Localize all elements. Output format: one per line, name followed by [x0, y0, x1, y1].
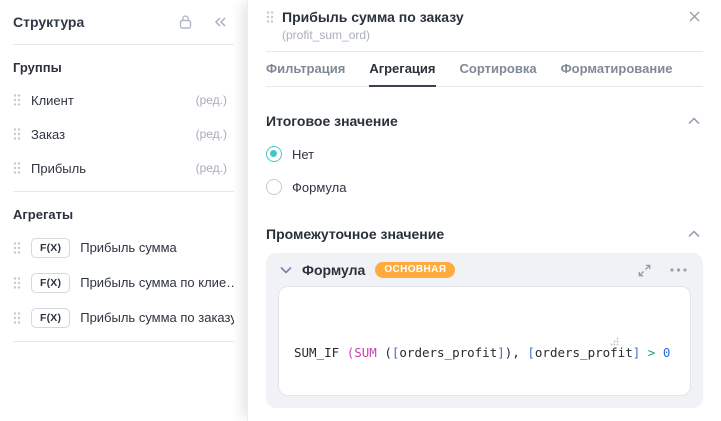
structure-title: Структура [13, 14, 85, 30]
more-options-icon[interactable] [670, 268, 687, 272]
formula-code-editor[interactable]: SUM_IF (SUM ([orders_profit]), [orders_p… [278, 286, 691, 396]
sidebar-divider [13, 44, 234, 45]
tab-filtration[interactable]: Фильтрация [266, 52, 345, 87]
aggregate-item-3[interactable]: F(X) Прибыль сумма по заказу [13, 300, 234, 335]
close-icon[interactable] [688, 10, 701, 23]
radio-option-none[interactable]: Нет [266, 146, 703, 162]
radio-unselected-icon[interactable] [266, 179, 282, 195]
aggregates-heading: Агрегаты [13, 207, 74, 222]
drag-handle-icon[interactable] [13, 127, 21, 141]
chevron-up-icon[interactable] [685, 115, 703, 127]
intermediate-value-section-header: Промежуточное значение [266, 226, 703, 242]
drag-handle-icon[interactable] [13, 276, 21, 290]
group-label: Заказ [31, 126, 66, 142]
total-value-title: Итоговое значение [266, 113, 398, 129]
total-value-section-header: Итоговое значение [266, 113, 703, 129]
tab-formatting[interactable]: Форматирование [561, 52, 673, 87]
formula-field-badge: F(X) [31, 272, 71, 293]
formula-card: Формула ОСНОВНАЯ SUM_IF (SUM ([orders_pr… [266, 253, 703, 408]
lock-icon[interactable] [178, 14, 193, 30]
sidebar-divider [13, 191, 234, 192]
formula-field-badge: F(X) [31, 307, 71, 328]
field-header: Прибыль сумма по заказу (profit_sum_ord) [266, 0, 703, 42]
drag-handle-icon[interactable] [13, 241, 21, 255]
group-label: Клиент [31, 92, 74, 108]
group-label: Прибыль [31, 160, 86, 176]
radio-label: Формула [292, 179, 347, 195]
chevron-up-icon[interactable] [685, 228, 703, 240]
group-item-zakaz[interactable]: Заказ (ред.) [13, 117, 234, 151]
sidebar-divider [13, 341, 234, 342]
drag-handle-icon[interactable] [13, 161, 21, 175]
aggregate-label: Прибыль сумма по клие… [80, 275, 234, 290]
structure-panel: Структура Группы Клиент (ред.) Заказ (ре… [0, 0, 247, 421]
group-item-klient[interactable]: Клиент (ред.) [13, 83, 234, 117]
expand-icon[interactable] [637, 263, 652, 278]
resize-grip-icon[interactable] [610, 293, 685, 390]
tab-sorting[interactable]: Сортировка [460, 52, 537, 87]
radio-option-formula[interactable]: Формула [266, 179, 703, 195]
intermediate-value-title: Промежуточное значение [266, 226, 445, 242]
aggregate-item-2[interactable]: F(X) Прибыль сумма по клие… [13, 265, 234, 300]
collapse-panel-icon[interactable] [213, 15, 228, 29]
aggregate-label: Прибыль сумма по заказу [80, 310, 234, 325]
chevron-down-icon[interactable] [280, 266, 292, 274]
formula-field-badge: F(X) [31, 237, 71, 258]
radio-label: Нет [292, 146, 315, 162]
app-root: Структура Группы Клиент (ред.) Заказ (ре… [0, 0, 721, 421]
radio-selected-icon[interactable] [266, 146, 282, 162]
groups-heading: Группы [13, 60, 62, 75]
formula-card-header: Формула ОСНОВНАЯ [266, 253, 703, 286]
tab-aggregation[interactable]: Агрегация [369, 52, 436, 87]
drag-handle-icon[interactable] [13, 311, 21, 325]
drag-handle-icon[interactable] [13, 93, 21, 107]
field-properties-panel: Прибыль сумма по заказу (profit_sum_ord)… [247, 0, 721, 421]
group-edit-link[interactable]: (ред.) [196, 93, 234, 107]
field-id: (profit_sum_ord) [282, 28, 371, 42]
group-edit-link[interactable]: (ред.) [196, 161, 234, 175]
aggregate-label: Прибыль сумма [80, 240, 177, 255]
group-item-pribyl[interactable]: Прибыль (ред.) [13, 151, 234, 185]
main-formula-badge: ОСНОВНАЯ [375, 262, 456, 278]
drag-handle-icon[interactable] [266, 10, 274, 24]
aggregate-item-1[interactable]: F(X) Прибыль сумма [13, 230, 234, 265]
group-edit-link[interactable]: (ред.) [196, 127, 234, 141]
tab-bar: Фильтрация Агрегация Сортировка Форматир… [266, 52, 703, 87]
field-title: Прибыль сумма по заказу [282, 9, 464, 25]
formula-card-title: Формула [302, 262, 366, 278]
structure-header: Структура [13, 0, 234, 44]
